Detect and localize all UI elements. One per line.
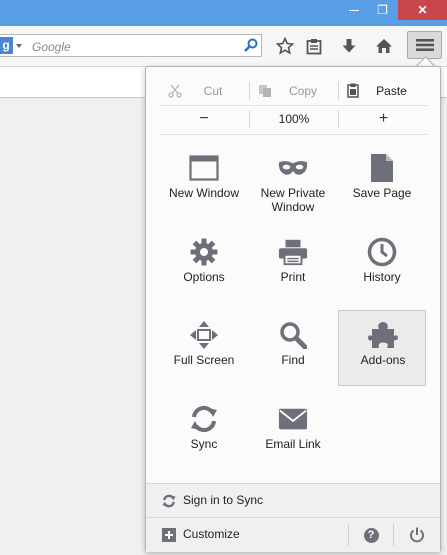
paste-label: Paste — [376, 84, 407, 98]
plus-box-icon — [162, 528, 176, 542]
menu-icon — [415, 39, 434, 51]
copy-label: Copy — [288, 84, 317, 98]
new-private-window-button[interactable]: New Private Window — [249, 143, 337, 219]
zoom-in-button[interactable]: + — [339, 106, 428, 132]
customize-label: Customize — [183, 527, 240, 541]
quit-button[interactable] — [402, 523, 432, 547]
sync-small-icon — [162, 494, 176, 508]
options-button[interactable]: Options — [160, 227, 248, 303]
scissors-icon — [168, 84, 182, 98]
power-icon — [410, 527, 424, 543]
gear-icon — [189, 237, 219, 267]
history-button[interactable]: History — [338, 227, 426, 303]
add-ons-button[interactable]: Add-ons — [338, 310, 426, 386]
email-link-button[interactable]: Email Link — [249, 394, 337, 470]
printer-icon — [278, 237, 308, 267]
paste-icon — [347, 83, 359, 98]
customize-button[interactable]: Customize — [146, 518, 344, 552]
zoom-out-button[interactable]: − — [160, 106, 248, 132]
magnifier-icon — [278, 320, 308, 350]
clipboard-icon[interactable] — [301, 33, 327, 59]
navigation-toolbar: g — [0, 26, 447, 67]
full-screen-button[interactable]: Full Screen — [160, 310, 248, 386]
search-input[interactable] — [30, 37, 234, 56]
open-menu-button[interactable] — [407, 31, 442, 59]
sync-button[interactable]: Sync — [160, 394, 248, 470]
chevron-down-icon — [16, 44, 22, 48]
print-button[interactable]: Print — [249, 227, 337, 303]
find-button[interactable]: Find — [249, 310, 337, 386]
sync-icon — [189, 404, 219, 434]
copy-button[interactable]: Copy — [250, 78, 338, 104]
separator — [348, 524, 349, 546]
sign-in-to-sync-row[interactable]: Sign in to Sync — [146, 483, 440, 518]
main-menu-panel: Cut Copy Paste − 100% + New Window New P… — [145, 66, 441, 552]
paste-button[interactable]: Paste — [339, 78, 428, 104]
help-icon: ? — [363, 527, 379, 543]
new-window-icon — [189, 153, 219, 183]
search-icon[interactable] — [243, 37, 259, 53]
envelope-icon — [278, 404, 308, 434]
private-mask-icon — [278, 153, 308, 183]
sign-in-label: Sign in to Sync — [183, 493, 264, 507]
close-button[interactable]: ✕ — [398, 0, 447, 20]
cut-button[interactable]: Cut — [160, 78, 248, 104]
maximize-button[interactable]: ❐ — [369, 0, 396, 20]
home-icon[interactable] — [371, 33, 397, 59]
puzzle-icon — [368, 320, 398, 350]
menu-footer: Customize ? — [146, 517, 440, 552]
help-button[interactable]: ? — [356, 523, 386, 547]
cut-label: Cut — [203, 84, 223, 98]
fullscreen-icon — [189, 320, 219, 350]
search-box[interactable]: g — [0, 34, 262, 57]
save-page-icon — [367, 153, 397, 183]
zoom-controls: − 100% + — [160, 106, 428, 135]
edit-controls: Cut Copy Paste — [160, 78, 428, 106]
minimize-button[interactable]: — — [341, 0, 367, 20]
separator — [393, 524, 394, 546]
search-engine-logo[interactable]: g — [0, 37, 13, 54]
clock-icon — [367, 237, 397, 267]
star-icon[interactable] — [272, 33, 298, 59]
copy-icon — [259, 85, 271, 97]
new-window-button[interactable]: New Window — [160, 143, 248, 219]
save-page-button[interactable]: Save Page — [338, 143, 426, 219]
zoom-reset-button[interactable]: 100% — [250, 106, 338, 132]
download-icon[interactable] — [336, 33, 362, 59]
